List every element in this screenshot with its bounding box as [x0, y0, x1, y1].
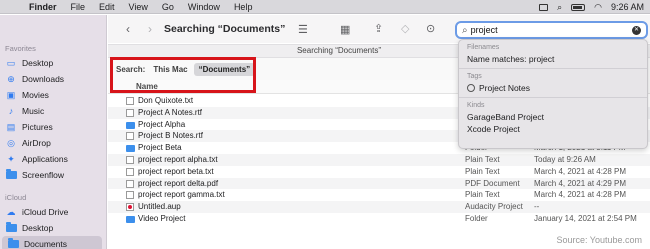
movies-icon: ▣: [6, 89, 16, 100]
source-credit: Source: Youtube.com: [556, 235, 642, 245]
suggestion-kind-xcode[interactable]: Xcode Project: [459, 123, 647, 135]
menu-go[interactable]: Go: [155, 0, 181, 14]
wifi-icon[interactable]: ◠: [594, 2, 602, 13]
list-view-icon[interactable]: ☰: [298, 23, 308, 36]
folder-icon: [126, 215, 135, 223]
forward-icon[interactable]: ›: [144, 22, 156, 36]
tag-circle-icon: [467, 84, 475, 92]
list-row[interactable]: Untitled.aup Audacity Project --: [108, 201, 650, 213]
sidebar-item-documents[interactable]: Documents: [2, 236, 102, 249]
menu-edit[interactable]: Edit: [92, 0, 122, 14]
list-row[interactable]: project report beta.txt Plain Text March 4…: [108, 166, 650, 178]
clear-search-icon[interactable]: ✕: [632, 25, 641, 35]
sidebar-item-downloads[interactable]: ⊕ Downloads: [0, 71, 106, 87]
sidebar-item-pictures[interactable]: ▤ Pictures: [0, 119, 106, 135]
folder-icon: [5, 169, 17, 180]
suggestion-tag[interactable]: Project Notes: [459, 82, 647, 94]
sidebar-item-airdrop[interactable]: ◎ AirDrop: [0, 135, 106, 151]
sidebar-item-applications[interactable]: ✦ Applications: [0, 151, 106, 167]
divider: [459, 68, 647, 69]
filenames-header: Filenames: [467, 44, 500, 51]
list-row[interactable]: project report delta.pdf PDF Document Marc…: [108, 177, 650, 190]
applications-icon: ✦: [7, 153, 15, 164]
search-suggestions-popup: Filenames Name matches: project Tags Pro…: [458, 39, 648, 149]
sidebar-item-music[interactable]: ♪ Music: [0, 103, 106, 119]
status-area: ⌕ ◠ 9:26 AM: [539, 0, 644, 14]
document-icon: [126, 132, 134, 141]
sidebar-item-desktop[interactable]: ▭ Desktop: [0, 55, 106, 71]
folder-icon: [126, 145, 135, 153]
folder-icon: [126, 121, 135, 129]
back-icon[interactable]: ‹: [122, 22, 134, 36]
favorites-header: Favorites: [5, 44, 36, 53]
kinds-header: Kinds: [467, 102, 485, 109]
list-row[interactable]: Video Project Folder January 14, 2021 at 2…: [108, 213, 650, 225]
document-icon: [126, 97, 134, 105]
search-icon: ⌕: [462, 24, 468, 36]
tag-icon[interactable]: ◇: [401, 22, 409, 35]
document-icon: [126, 155, 134, 164]
menu-help[interactable]: Help: [227, 0, 260, 14]
document-icon: [126, 108, 134, 117]
search-status-icon[interactable]: ⌕: [557, 2, 562, 13]
folder-icon: [5, 222, 17, 233]
tags-header: Tags: [467, 73, 482, 80]
desktop-icon: ▭: [6, 57, 16, 68]
screen-icon[interactable]: [539, 3, 549, 11]
search-value[interactable]: project: [471, 25, 632, 35]
more-icon[interactable]: ⊙: [426, 22, 435, 35]
icloud-header: iCloud: [5, 193, 27, 202]
share-icon[interactable]: ⇪: [374, 22, 383, 35]
sidebar-item-icloud-drive[interactable]: ☁ iCloud Drive: [0, 204, 106, 220]
list-row[interactable]: project report alpha.txt Plain Text Today …: [108, 153, 650, 166]
sidebar: Favorites ▭ Desktop ⊕ Downloads ▣ Movies ♪ M…: [0, 15, 107, 249]
list-row[interactable]: project report gamma.txt Plain Text March …: [108, 189, 650, 201]
highlight-annotation: [110, 57, 256, 93]
menu-bar: Finder File Edit View Go Window Help ⌕ ◠…: [0, 0, 650, 14]
document-icon: [126, 191, 134, 200]
downloads-icon: ⊕: [7, 73, 15, 84]
menu-window[interactable]: Window: [181, 0, 227, 14]
airdrop-icon: ◎: [7, 137, 15, 148]
sidebar-item-screenflow[interactable]: Screenflow: [0, 167, 106, 183]
menu-file[interactable]: File: [64, 0, 93, 14]
music-icon: ♪: [8, 106, 14, 116]
divider: [459, 97, 647, 98]
search-input[interactable]: ⌕ project ✕: [455, 21, 648, 39]
menu-finder[interactable]: Finder: [22, 0, 64, 14]
battery-icon[interactable]: [571, 3, 586, 11]
pictures-icon: ▤: [6, 121, 16, 132]
folder-icon: [7, 238, 19, 249]
audacity-icon: [126, 203, 134, 212]
sidebar-item-icloud-desktop[interactable]: Desktop: [0, 220, 106, 236]
suggestion-name-matches[interactable]: Name matches: project: [459, 53, 647, 65]
sidebar-item-movies[interactable]: ▣ Movies: [0, 87, 106, 103]
clock[interactable]: 9:26 AM: [611, 2, 644, 12]
cloud-icon: ☁: [6, 206, 16, 217]
suggestion-kind-garageband[interactable]: GarageBand Project: [459, 111, 647, 123]
menu-view[interactable]: View: [122, 0, 155, 14]
window-title: Searching “Documents”: [164, 23, 286, 35]
document-icon: [126, 167, 134, 176]
group-icon[interactable]: ▦: [340, 23, 350, 36]
pdf-icon: [126, 179, 134, 188]
